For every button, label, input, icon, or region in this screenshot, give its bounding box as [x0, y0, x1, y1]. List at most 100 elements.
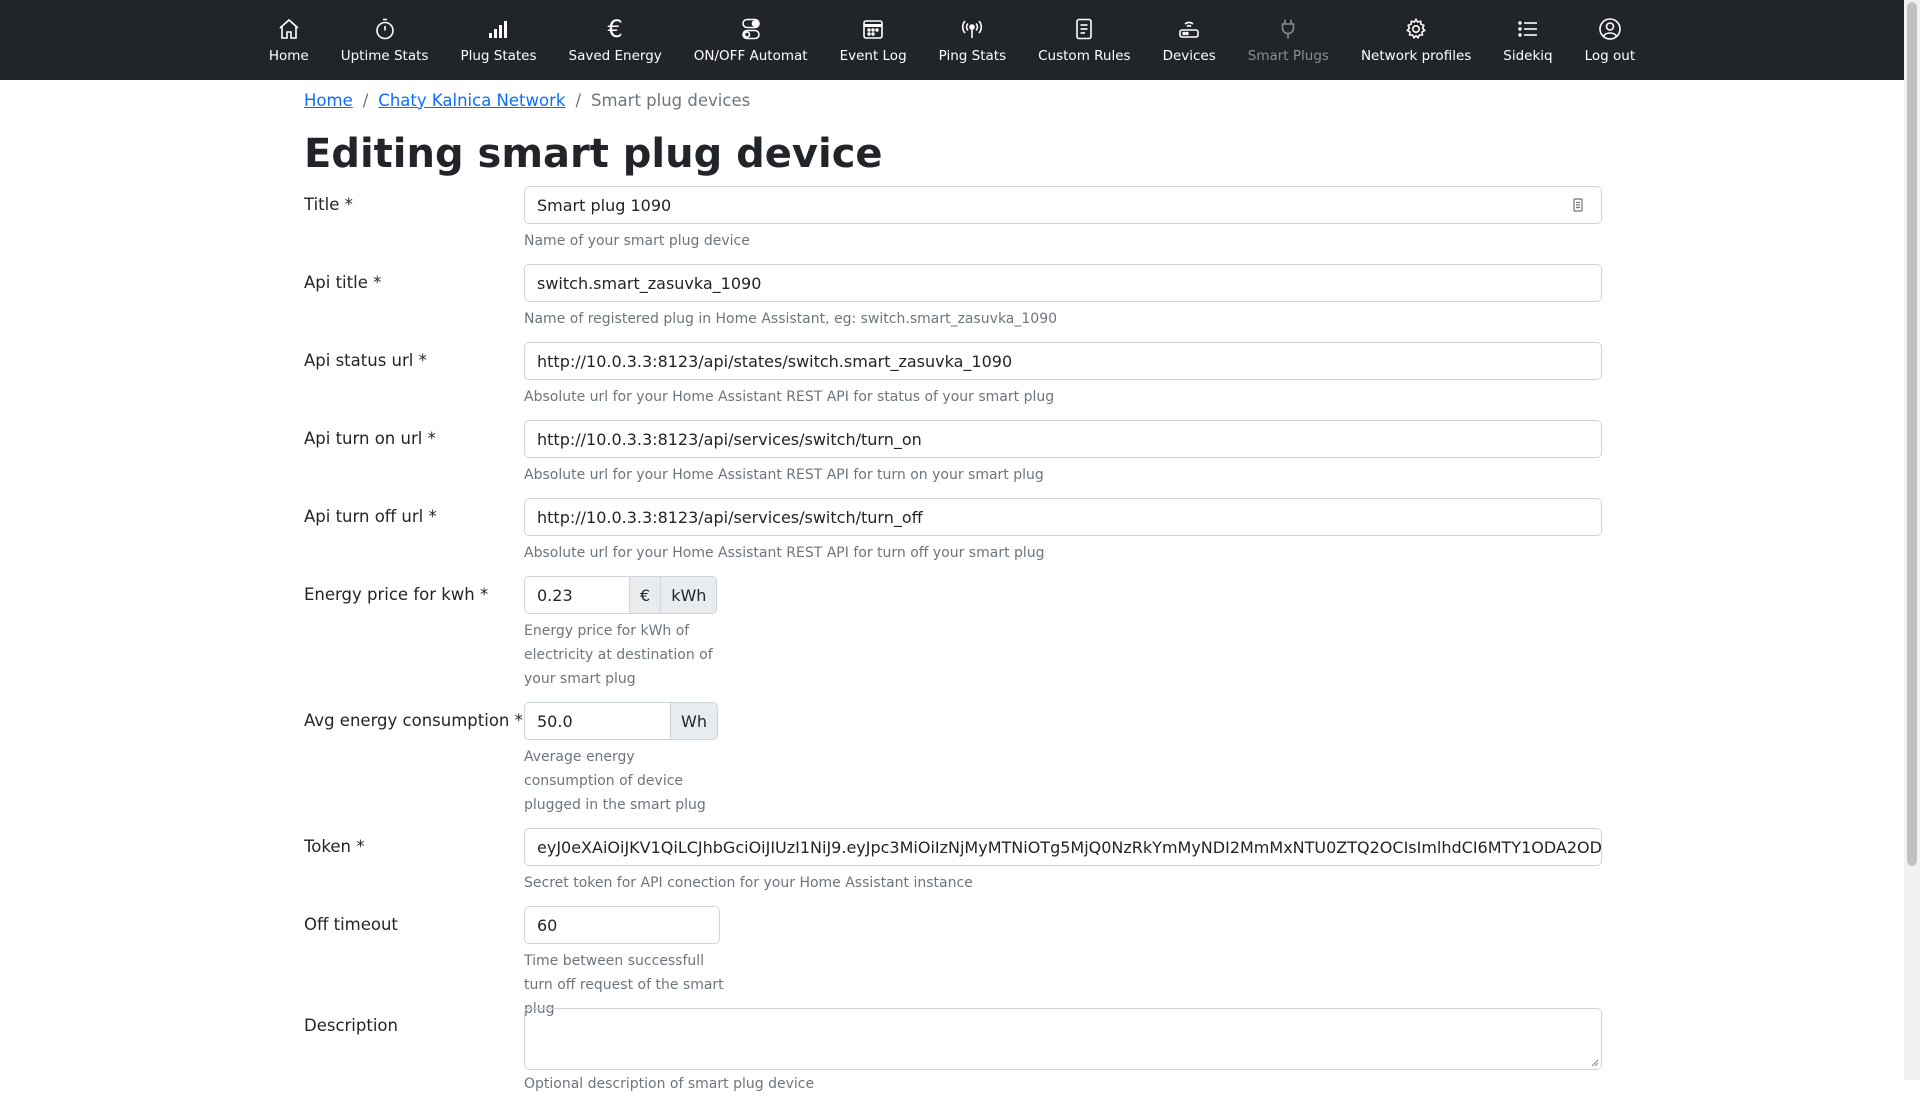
energy-price-input-value: 0.23 — [537, 585, 573, 605]
avg-consumption-help: Average energy consumption of device plu… — [524, 749, 706, 813]
api-turn-off-url-label: Api turn off url * — [304, 507, 437, 526]
api-turn-on-url-input-value: http://10.0.3.3:8123/api/services/switch… — [537, 429, 922, 449]
form-row-title: Title * Smart plug 1090 Name of your sma… — [304, 186, 1602, 264]
router-icon — [1176, 16, 1202, 42]
form-row-api-title: Api title * switch.smart_zasuvka_1090 Na… — [304, 264, 1602, 342]
nav-ping-stats[interactable]: Ping Stats — [923, 0, 1022, 80]
nav-event-log-label: Event Log — [839, 48, 907, 64]
nav-ping-stats-label: Ping Stats — [938, 48, 1007, 64]
plug-icon — [1275, 16, 1301, 42]
nav-smart-plugs[interactable]: Smart Plugs — [1232, 0, 1345, 80]
nav-sidekiq-label: Sidekiq — [1503, 48, 1553, 64]
main-content: Home / Chaty Kalnica Network / Smart plu… — [304, 80, 1602, 1098]
nav-uptime-stats-label: Uptime Stats — [340, 48, 429, 64]
breadcrumb-network-link[interactable]: Chaty Kalnica Network — [378, 91, 565, 110]
api-turn-on-url-label: Api turn on url * — [304, 429, 436, 448]
nav-on-off-automat-label: ON/OFF Automat — [693, 48, 808, 64]
off-timeout-input-value: 60 — [537, 915, 558, 935]
bar-chart-icon — [485, 16, 511, 42]
api-status-url-help: Absolute url for your Home Assistant RES… — [524, 389, 1055, 405]
nav-saved-energy-label: Saved Energy — [568, 48, 662, 64]
nav-network-profiles-label: Network profiles — [1360, 48, 1472, 64]
token-help: Secret token for API conection for your … — [524, 875, 973, 891]
nav-devices-label: Devices — [1162, 48, 1216, 64]
top-navbar: Home Uptime Stats Plug States € Saved En… — [0, 0, 1904, 80]
stopwatch-icon — [372, 16, 398, 42]
page-title: Editing smart plug device — [304, 131, 883, 177]
nav-on-off-automat[interactable]: ON/OFF Automat — [678, 0, 824, 80]
form-row-api-turn-off-url: Api turn off url * http://10.0.3.3:8123/… — [304, 498, 1602, 576]
token-input-value: eyJ0eXAiOiJKV1QiLCJhbGciOiJIUzI1NiJ9.eyJ… — [537, 837, 1602, 857]
description-label: Description — [304, 1016, 398, 1035]
description-help: Optional description of smart plug devic… — [524, 1076, 815, 1092]
nav-log-out-label: Log out — [1584, 48, 1636, 64]
breadcrumb: Home / Chaty Kalnica Network / Smart plu… — [304, 80, 1602, 120]
api-turn-off-url-help: Absolute url for your Home Assistant RES… — [524, 545, 1045, 561]
euro-icon: € — [607, 15, 623, 43]
nav-uptime-stats[interactable]: Uptime Stats — [325, 0, 445, 80]
api-status-url-input-value: http://10.0.3.3:8123/api/states/switch.s… — [537, 351, 1013, 371]
form-row-api-status-url: Api status url * http://10.0.3.3:8123/ap… — [304, 342, 1602, 420]
api-title-label: Api title * — [304, 273, 382, 292]
energy-price-label: Energy price for kwh * — [304, 585, 489, 604]
title-input-value: Smart plug 1090 — [537, 195, 672, 215]
home-icon — [276, 16, 302, 42]
nav-custom-rules[interactable]: Custom Rules — [1022, 0, 1146, 80]
currency-addon: € — [629, 576, 662, 614]
nav-custom-rules-label: Custom Rules — [1038, 48, 1131, 64]
avg-consumption-input[interactable]: 50.0 — [524, 702, 671, 740]
nav-network-profiles[interactable]: Network profiles — [1345, 0, 1487, 80]
breadcrumb-current: Smart plug devices — [591, 90, 751, 110]
energy-price-help: Energy price for kWh of electricity at d… — [524, 623, 713, 687]
off-timeout-input[interactable]: 60 — [524, 906, 720, 944]
breadcrumb-separator: / — [575, 90, 582, 110]
nav-event-log[interactable]: Event Log — [824, 0, 923, 80]
form-row-api-turn-on-url: Api turn on url * http://10.0.3.3:8123/a… — [304, 420, 1602, 498]
form-row-energy-price: Energy price for kwh * 0.23 € kWh Energy… — [304, 576, 1602, 702]
nav-plug-states-label: Plug States — [460, 48, 537, 64]
nav-plug-states[interactable]: Plug States — [444, 0, 552, 80]
gear-icon — [1403, 16, 1429, 42]
nav-home-label: Home — [268, 48, 309, 64]
title-help: Name of your smart plug device — [524, 233, 750, 249]
nav-list: Home Uptime Stats Plug States € Saved En… — [253, 0, 1651, 80]
api-title-help: Name of registered plug in Home Assistan… — [524, 311, 1058, 327]
broadcast-icon — [959, 16, 985, 42]
api-turn-off-url-input-value: http://10.0.3.3:8123/api/services/switch… — [537, 507, 923, 527]
api-title-input[interactable]: switch.smart_zasuvka_1090 — [524, 264, 1602, 302]
form-row-description: Description Optional description of smar… — [304, 1008, 1602, 1098]
title-label: Title * — [304, 195, 353, 214]
api-turn-on-url-input[interactable]: http://10.0.3.3:8123/api/services/switch… — [524, 420, 1602, 458]
title-input[interactable]: Smart plug 1090 — [524, 186, 1602, 224]
breadcrumb-home-link[interactable]: Home — [304, 91, 353, 110]
nav-log-out[interactable]: Log out — [1569, 0, 1652, 80]
energy-price-input-group: 0.23 € kWh — [524, 576, 720, 614]
off-timeout-label: Off timeout — [304, 915, 398, 934]
scrollbar-thumb[interactable] — [1907, 2, 1917, 866]
avg-consumption-input-value: 50.0 — [537, 711, 573, 731]
api-status-url-input[interactable]: http://10.0.3.3:8123/api/states/switch.s… — [524, 342, 1602, 380]
avg-consumption-input-group: 50.0 Wh — [524, 702, 720, 740]
token-input[interactable]: eyJ0eXAiOiJKV1QiLCJhbGciOiJIUzI1NiJ9.eyJ… — [524, 828, 1602, 866]
kwh-unit-addon: kWh — [660, 576, 718, 614]
form-row-avg-consumption: Avg energy consumption * 50.0 Wh Average… — [304, 702, 1602, 828]
user-circle-icon — [1597, 16, 1623, 42]
list-icon — [1515, 16, 1541, 42]
token-label: Token * — [304, 837, 365, 856]
password-manager-icon[interactable] — [1569, 196, 1587, 214]
form-row-off-timeout: Off timeout 60 Time between successfull … — [304, 906, 1602, 1017]
breadcrumb-separator: / — [362, 90, 369, 110]
api-turn-on-url-help: Absolute url for your Home Assistant RES… — [524, 467, 1044, 483]
nav-sidekiq[interactable]: Sidekiq — [1487, 0, 1568, 80]
energy-price-input[interactable]: 0.23 — [524, 576, 630, 614]
nav-saved-energy[interactable]: € Saved Energy — [553, 0, 678, 80]
toggles-icon — [738, 16, 764, 42]
nav-home[interactable]: Home — [253, 0, 325, 80]
resize-handle-icon[interactable] — [1591, 1059, 1599, 1067]
page-scrollbar[interactable] — [1904, 0, 1920, 1080]
nav-smart-plugs-label: Smart Plugs — [1247, 48, 1329, 64]
api-status-url-label: Api status url * — [304, 351, 427, 370]
description-textarea[interactable] — [524, 1008, 1602, 1070]
nav-devices[interactable]: Devices — [1147, 0, 1232, 80]
api-turn-off-url-input[interactable]: http://10.0.3.3:8123/api/services/switch… — [524, 498, 1602, 536]
